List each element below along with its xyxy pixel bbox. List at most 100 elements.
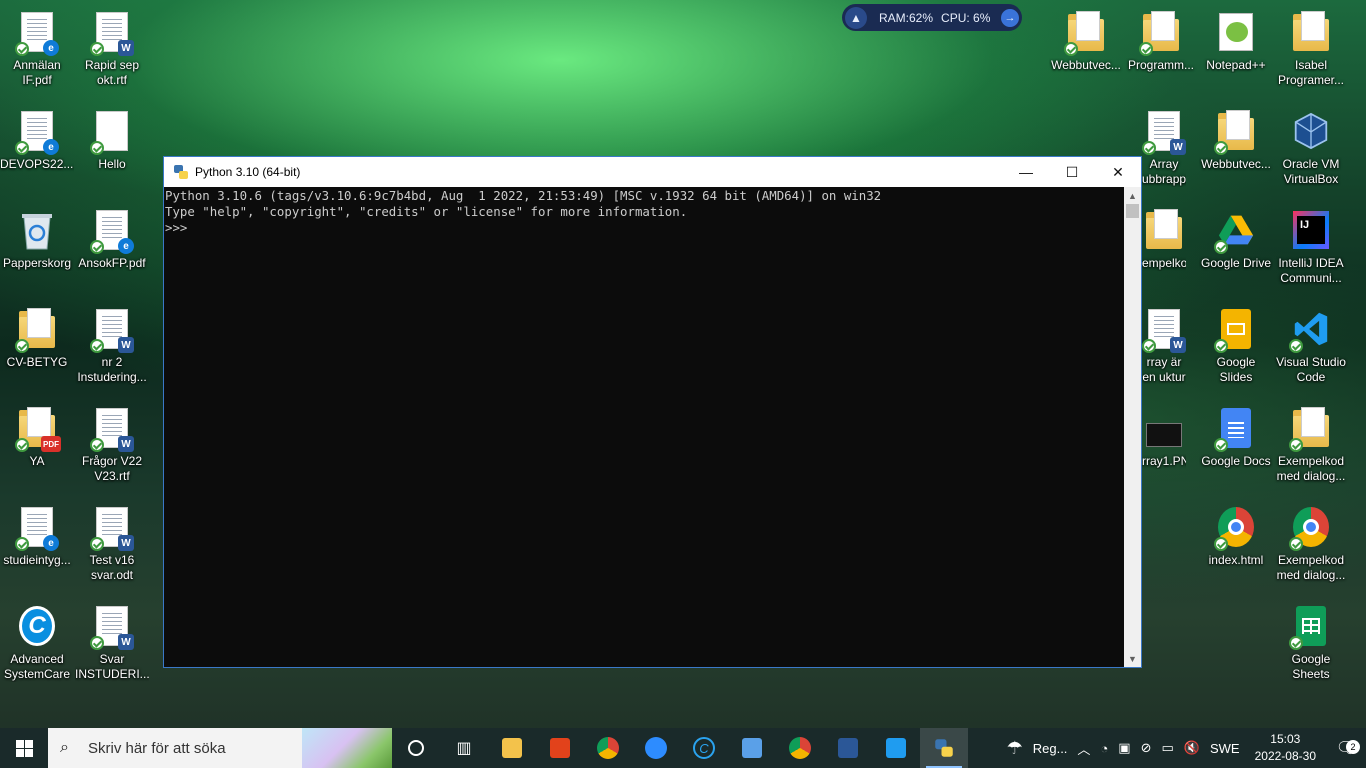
vscode-icon xyxy=(886,738,906,758)
close-button[interactable]: ✕ xyxy=(1095,157,1141,187)
desktop-icon-exempelkod-2[interactable]: Exempelkod med dialog... xyxy=(1274,499,1348,595)
folder-icon xyxy=(1146,209,1182,249)
desktop-icon-isabel[interactable]: Isabel Programer... xyxy=(1274,4,1348,100)
arrow-right-icon[interactable]: → xyxy=(1001,8,1019,27)
notifications-button[interactable]: 🗨 2 xyxy=(1326,738,1366,758)
taskbar: ⌕ Skriv här för att söka ▥ C ☂ Reg... ︿ … xyxy=(0,728,1366,768)
ram-usage: RAM:62% xyxy=(879,10,934,25)
cortana-button[interactable] xyxy=(392,728,440,768)
desktop-icon-google-docs[interactable]: Google Docs xyxy=(1199,400,1273,496)
scroll-down-icon[interactable]: ▼ xyxy=(1124,650,1141,667)
chevron-up-icon[interactable]: ︿ xyxy=(1072,739,1095,758)
battery-icon[interactable]: ▭ xyxy=(1157,740,1179,756)
scrollbar-thumb[interactable] xyxy=(1126,204,1139,218)
search-placeholder: Skriv här för att söka xyxy=(88,739,226,757)
taskbar-chrome-profile[interactable] xyxy=(776,728,824,768)
desktop-icon-google-drive[interactable]: Google Drive xyxy=(1199,202,1273,298)
search-icon: ⌕ xyxy=(60,739,69,756)
desktop-icon-index-html[interactable]: index.html xyxy=(1199,499,1273,595)
desktop-icon-webbutvec-2[interactable]: Webbutvec... xyxy=(1199,103,1273,199)
desktop-icon-hello[interactable]: Hello xyxy=(75,103,149,199)
desktop-icon-webbutvec-1[interactable]: Webbutvec... xyxy=(1049,4,1123,100)
notepad-plus-plus-icon xyxy=(1219,13,1253,51)
python-console-window[interactable]: Python 3.10 (64-bit) — ☐ ✕ Python 3.10.6… xyxy=(163,156,1142,668)
console-prompt[interactable]: >>> xyxy=(165,220,1124,236)
taskbar-python[interactable] xyxy=(920,728,968,768)
taskbar-bird-app[interactable] xyxy=(728,728,776,768)
python-icon xyxy=(935,739,953,757)
desktop-icon-oracle-virtualbox[interactable]: Oracle VM VirtualBox xyxy=(1274,103,1348,199)
desktop-icon-recycle-bin[interactable]: Papperskorg xyxy=(0,202,74,298)
cpu-usage: CPU: 6% xyxy=(941,10,991,25)
desktop-icon-google-sheets[interactable]: Google Sheets xyxy=(1274,598,1348,694)
desktop-icon-array[interactable]: W Array ubbrappo... xyxy=(1142,103,1186,199)
advanced-systemcare-icon: C xyxy=(693,737,715,759)
scroll-up-icon[interactable]: ▲ xyxy=(1124,187,1141,204)
desktop-icon-nr2[interactable]: W nr 2 Instudering... xyxy=(75,301,149,397)
desktop-icon-exempelko[interactable]: empelko... xyxy=(1142,202,1186,298)
console-output[interactable]: Python 3.10.6 (tags/v3.10.6:9c7b4bd, Aug… xyxy=(164,187,1124,667)
system-tray: ☂ Reg... ︿ ◔ ▣ ⊘ ▭ 🔇 SWE 15:03 2022-08-3… xyxy=(1002,728,1366,768)
start-button[interactable] xyxy=(0,728,48,768)
clock[interactable]: 15:03 2022-08-30 xyxy=(1245,731,1326,765)
search-highlight-image xyxy=(302,728,392,768)
task-view-icon: ▥ xyxy=(456,740,472,757)
virtualbox-icon xyxy=(1294,112,1328,150)
advanced-systemcare-icon: C xyxy=(19,606,55,646)
wifi-icon[interactable]: ◔ xyxy=(1095,741,1113,756)
volume-muted-icon[interactable]: 🔇 xyxy=(1179,740,1205,756)
maximize-button[interactable]: ☐ xyxy=(1049,157,1095,187)
desktop-icon-anmalan[interactable]: e Anmälan IF.pdf xyxy=(0,4,74,100)
vertical-scrollbar[interactable]: ▲ ▼ xyxy=(1124,187,1141,667)
desktop-icon-advanced-systemcare[interactable]: C Advanced SystemCare xyxy=(0,598,74,694)
desktop-icon-ya[interactable]: PDF YA xyxy=(0,400,74,496)
desktop-icon-google-slides[interactable]: Google Slides xyxy=(1199,301,1273,397)
desktop-icon-devops[interactable]: e DEVOPS22.... xyxy=(0,103,74,199)
taskbar-chrome[interactable] xyxy=(584,728,632,768)
desktop-icon-programm[interactable]: Programm... xyxy=(1124,4,1198,100)
taskbar-office[interactable] xyxy=(536,728,584,768)
desktop-icon-rapid[interactable]: W Rapid sep okt.rtf xyxy=(75,4,149,100)
desktop-icon-ansokfp[interactable]: e AnsokFP.pdf xyxy=(75,202,149,298)
weather-text[interactable]: Reg... xyxy=(1028,741,1073,756)
clock-date: 2022-08-30 xyxy=(1254,749,1316,763)
desktop-icon-test-v16[interactable]: W Test v16 svar.odt xyxy=(75,499,149,595)
taskbar-vscode[interactable] xyxy=(872,728,920,768)
minimize-button[interactable]: — xyxy=(1003,157,1049,187)
taskbar-file-explorer[interactable] xyxy=(488,728,536,768)
intellij-icon: IJ xyxy=(1293,211,1329,249)
desktop-icon-array-ar[interactable]: W rray är en uktur so... xyxy=(1142,301,1186,397)
desktop-icon-svar[interactable]: W Svar INSTUDERI... xyxy=(75,598,149,694)
desktop-icon-notepad-plus-plus[interactable]: Notepad++ xyxy=(1199,4,1273,100)
chrome-profile-icon xyxy=(789,737,811,759)
desktop-icon-studieintyg[interactable]: e studieintyg... xyxy=(0,499,74,595)
taskbar-advanced-systemcare[interactable]: C xyxy=(680,728,728,768)
task-view-button[interactable]: ▥ xyxy=(440,728,488,768)
python-icon xyxy=(174,165,188,179)
weather-umbrella-icon[interactable]: ☂ xyxy=(1002,738,1028,759)
bird-app-icon xyxy=(742,738,762,758)
console-line-version: Python 3.10.6 (tags/v3.10.6:9c7b4bd, Aug… xyxy=(165,188,882,203)
desktop-icon-cv-betyg[interactable]: CV-BETYG xyxy=(0,301,74,397)
image-file-icon xyxy=(1146,423,1182,447)
window-titlebar[interactable]: Python 3.10 (64-bit) — ☐ ✕ xyxy=(164,157,1141,187)
desktop-icon-exempelkod-1[interactable]: Exempelkod med dialog... xyxy=(1274,400,1348,496)
desktop-icon-fragor[interactable]: W Frågor V22 V23.rtf xyxy=(75,400,149,496)
file-explorer-icon xyxy=(502,738,522,758)
office-icon xyxy=(550,738,570,758)
desktop-icon-array1-png[interactable]: rray1.PNG xyxy=(1142,400,1186,496)
window-title: Python 3.10 (64-bit) xyxy=(195,165,301,179)
system-monitor-widget[interactable]: ▲ RAM:62% CPU: 6% → xyxy=(842,4,1022,31)
notification-count: 2 xyxy=(1346,740,1360,754)
chrome-icon xyxy=(597,737,619,759)
network-error-icon[interactable]: ⊘ xyxy=(1136,740,1157,756)
desktop-icon-vscode[interactable]: Visual Studio Code xyxy=(1274,301,1348,397)
taskbar-search[interactable]: ⌕ Skriv här för att söka xyxy=(48,728,392,768)
taskbar-word[interactable] xyxy=(824,728,872,768)
language-indicator[interactable]: SWE xyxy=(1205,741,1245,756)
rocket-icon: ▲ xyxy=(845,6,867,29)
taskbar-zoom[interactable] xyxy=(632,728,680,768)
meet-now-icon[interactable]: ▣ xyxy=(1113,740,1135,756)
recycle-bin-icon xyxy=(22,214,52,250)
desktop-icon-intellij[interactable]: IJ IntelliJ IDEA Communi... xyxy=(1274,202,1348,298)
